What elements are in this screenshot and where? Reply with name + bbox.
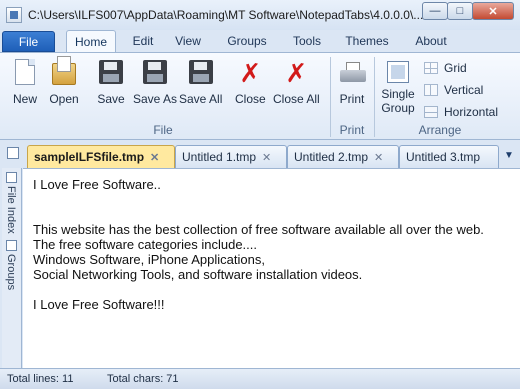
ribbon-panel: New Open Save Save As Save All ✗ Close ✗… [0, 52, 520, 140]
group-label-file: File [153, 123, 173, 137]
editor-line: Windows Software, iPhone Applications, [33, 252, 265, 267]
tab-home[interactable]: Home [66, 30, 116, 52]
close-window-button[interactable]: ✕ [472, 2, 514, 20]
close-button[interactable]: ✗ Close [235, 57, 266, 115]
doc-tab-label: Untitled 3.tmp [406, 150, 481, 164]
print-button[interactable]: Print [337, 57, 367, 115]
app-icon[interactable] [6, 7, 22, 23]
text-editor[interactable]: I Love Free Software.. This website has … [23, 168, 520, 368]
close-label: Close [235, 92, 266, 106]
group-label-arrange: Arrange [418, 123, 462, 137]
tab-about[interactable]: About [406, 30, 456, 52]
editor-line: I Love Free Software.. [33, 177, 161, 192]
tab-tools[interactable]: Tools [285, 30, 329, 52]
status-bar: Total lines: 11 Total chars: 71 [0, 368, 520, 389]
tab-edit[interactable]: Edit [124, 30, 162, 52]
print-label: Print [339, 92, 365, 106]
ribbon-tab-row: File Home Edit View Groups Tools Themes … [0, 30, 520, 52]
total-lines-status: Total lines: 11 [7, 373, 74, 385]
new-button[interactable]: New [10, 57, 40, 115]
vertical-button[interactable]: Vertical [424, 83, 483, 97]
side-tab-file-index[interactable]: File Index [5, 186, 17, 234]
save-label: Save [97, 92, 125, 106]
open-label: Open [49, 92, 79, 106]
tab-themes[interactable]: Themes [339, 30, 395, 52]
groups-icon [6, 240, 17, 251]
save-all-button[interactable]: Save All [179, 57, 222, 115]
doc-tab-label: Untitled 2.tmp [294, 150, 369, 164]
doc-tab-untitled-1[interactable]: Untitled 1.tmp ✕ [175, 145, 287, 168]
doc-tab-label: sampleILFSfile.tmp [34, 150, 145, 164]
side-panel-toggle[interactable] [7, 147, 19, 159]
single-group-button[interactable]: Single Group [380, 57, 416, 115]
new-document-icon [10, 57, 40, 89]
total-chars-status: Total chars: 71 [107, 373, 179, 385]
editor-line: I Love Free Software!!! [33, 297, 165, 312]
horizontal-label: Horizontal [444, 105, 499, 119]
close-tab-icon[interactable]: ✕ [262, 151, 271, 164]
ribbon-separator [330, 57, 331, 137]
editor-line: Social Networking Tools, and software in… [33, 267, 363, 282]
doc-tab-sampleilfsfile[interactable]: sampleILFSfile.tmp ✕ [27, 145, 175, 168]
editor-line: This website has the best collection of … [33, 222, 484, 237]
doc-tab-untitled-2[interactable]: Untitled 2.tmp ✕ [287, 145, 399, 168]
grid-button[interactable]: Grid [424, 61, 467, 75]
save-as-button[interactable]: Save As [133, 57, 177, 115]
window-controls: — □ ✕ [422, 2, 514, 20]
new-label: New [12, 92, 37, 106]
side-tab-groups[interactable]: Groups [5, 254, 17, 290]
close-tab-icon[interactable]: ✕ [150, 151, 159, 164]
close-x-icon: ✗ [239, 59, 262, 89]
save-as-label: Save As [133, 92, 178, 106]
grid-icon [424, 62, 438, 74]
printer-icon [337, 57, 367, 89]
save-button[interactable]: Save [96, 57, 126, 115]
minimize-button[interactable]: — [422, 2, 448, 20]
doc-tab-label: Untitled 1.tmp [182, 150, 257, 164]
close-all-x-icon: ✗ [285, 59, 308, 89]
tab-groups[interactable]: Groups [221, 30, 273, 52]
close-all-button[interactable]: ✗ Close All [273, 57, 320, 115]
save-all-label: Save All [179, 92, 223, 106]
maximize-button[interactable]: □ [447, 2, 473, 20]
close-all-label: Close All [273, 92, 320, 106]
horizontal-button[interactable]: Horizontal [424, 105, 498, 119]
side-panel: File Index Groups [2, 168, 22, 368]
group-label-print: Print [339, 123, 365, 137]
save-all-floppy-icon [186, 57, 216, 89]
doc-tab-untitled-3[interactable]: Untitled 3.tmp [399, 145, 499, 168]
title-bar: C:\Users\ILFS007\AppData\Roaming\MT Soft… [0, 0, 520, 30]
open-button[interactable]: Open [49, 56, 79, 115]
single-group-icon [383, 57, 413, 84]
tab-list-dropdown-icon[interactable]: ▼ [502, 150, 516, 162]
horizontal-icon [424, 106, 438, 118]
grid-label: Grid [444, 61, 467, 75]
save-floppy-icon [96, 57, 126, 89]
open-folder-icon [49, 56, 79, 89]
ribbon-separator [374, 57, 375, 137]
save-as-floppy-icon [140, 57, 170, 89]
file-index-icon [6, 172, 17, 183]
vertical-label: Vertical [444, 83, 484, 97]
vertical-icon [424, 84, 438, 96]
window-title: C:\Users\ILFS007\AppData\Roaming\MT Soft… [28, 8, 424, 22]
tab-view[interactable]: View [169, 30, 207, 52]
editor-line: The free software categories include.... [33, 237, 258, 252]
single-group-label: Single Group [381, 87, 415, 115]
close-tab-icon[interactable]: ✕ [374, 151, 383, 164]
tab-file[interactable]: File [2, 31, 55, 52]
